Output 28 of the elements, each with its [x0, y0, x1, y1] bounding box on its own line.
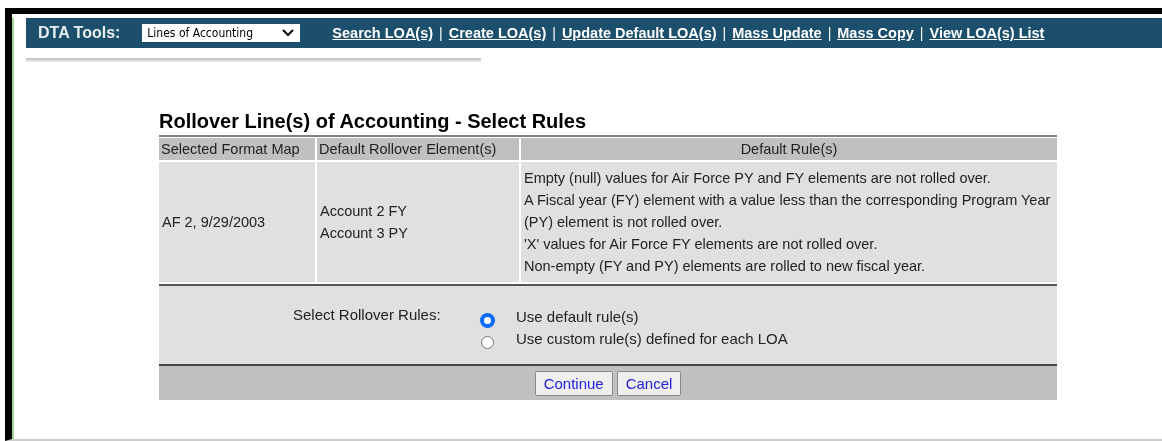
radio-button[interactable] [481, 335, 494, 349]
tool-select[interactable]: Lines of Accounting [142, 24, 301, 42]
toolbar-label: DTA Tools: [38, 24, 121, 42]
column-header: Default Rollover Element(s) [317, 138, 519, 160]
nav-link[interactable]: Search LOA(s) [332, 25, 434, 41]
nav-link[interactable]: View LOA(s) List [929, 25, 1045, 41]
nav-link[interactable]: Create LOA(s) [448, 25, 547, 41]
table-cell: Empty (null) values for Air Force PY and FY elements are not rolled over. A Fiscal year (FY) element with a value less than the corresponding Program Year (PY) element is not rolled over. 'X' values for Air Force FY elements are not rolled over. Non-empty (FY and PY) elements are rolled to new fiscal year. [521, 162, 1057, 282]
column-header: Selected Format Map [159, 138, 315, 160]
rollover-rules-label: Select Rollover Rules: [293, 306, 442, 325]
table-cell: Account 2 FY Account 3 PY [317, 162, 519, 282]
separator: | [439, 25, 443, 41]
separator: | [722, 25, 727, 41]
radio-button[interactable] [481, 313, 494, 327]
separator: | [827, 25, 832, 41]
cancel-button[interactable]: Cancel [616, 370, 682, 396]
continue-button[interactable]: Continue [534, 370, 613, 396]
column-header: Default Rule(s) [521, 138, 1057, 160]
radio-label: Use default rule(s) [516, 307, 639, 327]
radio-label: Use custom rule(s) defined for each LOA [516, 329, 788, 349]
page-title: Rollover Line(s) of Accounting - Select Rules [159, 110, 588, 133]
separator: | [919, 25, 924, 41]
nav-link[interactable]: Mass Update [732, 25, 822, 41]
table-cell: AF 2, 9/29/2003 [159, 162, 315, 282]
chevron-icon [282, 29, 295, 37]
nav-link[interactable]: Update Default LOA(s) [561, 25, 717, 41]
separator: | [552, 25, 556, 41]
nav-link[interactable]: Mass Copy [837, 25, 914, 41]
